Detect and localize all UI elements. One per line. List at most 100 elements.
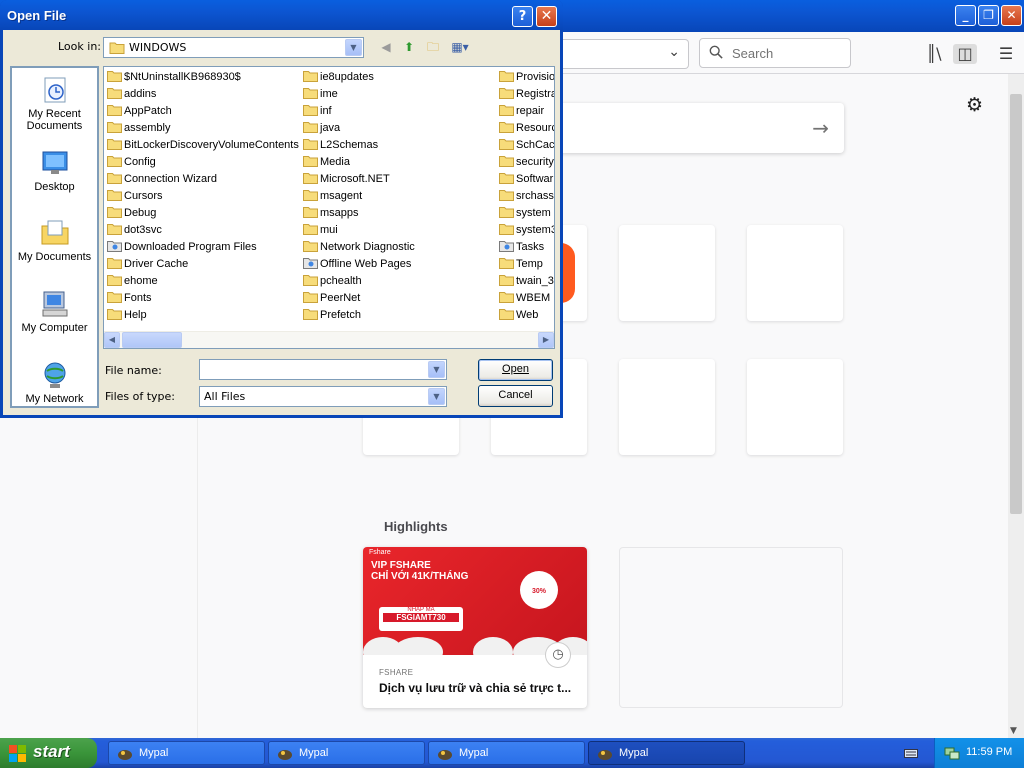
start-button[interactable]: start — [0, 738, 97, 768]
scroll-thumb[interactable] — [1010, 94, 1022, 514]
file-list-item[interactable]: mui — [303, 223, 338, 240]
file-list-item[interactable]: Help — [107, 308, 147, 325]
search-input[interactable]: Search — [699, 38, 851, 68]
look-in-dropdown[interactable]: WINDOWS ▼ — [103, 37, 364, 58]
taskbar-item[interactable]: Mypal — [108, 741, 265, 765]
file-list-item[interactable]: ime — [303, 87, 338, 104]
place-desktop[interactable]: Desktop — [12, 147, 97, 193]
place-my-computer[interactable]: My Computer — [12, 288, 97, 334]
file-list-item[interactable]: java — [303, 121, 340, 138]
vertical-scrollbar[interactable]: ▼ — [1008, 74, 1024, 738]
gear-icon[interactable]: ⚙ — [966, 94, 983, 116]
arrow-right-icon[interactable]: → — [812, 116, 829, 140]
file-list-item[interactable]: Cursors — [107, 189, 163, 206]
top-site-tile[interactable] — [747, 225, 843, 321]
file-list-item[interactable]: Prefetch — [303, 308, 361, 325]
file-list-item[interactable]: system3 — [499, 223, 554, 240]
new-folder-icon[interactable]: 🗀 — [424, 39, 442, 57]
file-list-item[interactable]: Network Diagnostic — [303, 240, 415, 257]
file-list-item[interactable]: srchass — [499, 189, 554, 206]
file-list-item[interactable]: SchCacl — [499, 138, 554, 155]
file-list-item[interactable]: msapps — [303, 206, 359, 223]
file-list-item[interactable]: Softwar — [499, 172, 553, 189]
file-list-item[interactable]: repair — [499, 104, 544, 121]
file-list-item[interactable]: Downloaded Program Files — [107, 240, 257, 257]
network-icon[interactable] — [944, 745, 960, 761]
chevron-down-icon[interactable]: ⌄ — [668, 44, 680, 60]
top-site-tile[interactable] — [747, 359, 843, 455]
place-my-network[interactable]: My Network — [12, 359, 97, 405]
highlight-card[interactable]: Fshare VIP FSHARE CHỈ VỚI 41K/THÁNG NHẬP… — [363, 547, 587, 708]
library-icon[interactable]: ║\ — [922, 44, 946, 64]
file-list-item[interactable]: dot3svc — [107, 223, 162, 240]
file-list-item[interactable]: ehome — [107, 274, 158, 291]
chevron-down-icon[interactable]: ▼ — [428, 361, 445, 378]
file-name-text: dot3svc — [124, 224, 162, 236]
file-list-item[interactable]: msagent — [303, 189, 362, 206]
file-list-item[interactable]: Resourc — [499, 121, 554, 138]
keyboard-icon[interactable] — [904, 747, 918, 759]
file-list-item[interactable]: addins — [107, 87, 156, 104]
cancel-button[interactable]: Cancel — [478, 385, 553, 407]
file-list-item[interactable]: ie8updates — [303, 70, 374, 87]
up-folder-icon[interactable]: ⬆ — [400, 39, 418, 57]
file-list-item[interactable]: L2Schemas — [303, 138, 378, 155]
file-list-item[interactable]: Temp — [499, 257, 543, 274]
file-list-item[interactable]: BitLockerDiscoveryVolumeContents — [107, 138, 299, 155]
file-list-item[interactable]: Fonts — [107, 291, 152, 308]
scroll-left-icon[interactable]: ◀ — [104, 332, 120, 348]
file-list-item[interactable]: Debug — [107, 206, 156, 223]
file-list-item[interactable]: $NtUninstallKB968930$ — [107, 70, 241, 87]
file-list-item[interactable]: WBEM — [499, 291, 550, 308]
place-my-recent-documents[interactable]: My Recent Documents — [12, 74, 97, 132]
scroll-right-icon[interactable]: ▶ — [538, 332, 554, 348]
dialog-close-button[interactable]: ✕ — [536, 6, 557, 27]
sidebar-icon[interactable]: ◫ — [953, 44, 977, 64]
file-list[interactable]: Web WBEM twain_3 Temp Tasks system3 system srch… — [103, 66, 555, 349]
folder-icon — [303, 190, 318, 201]
back-icon[interactable]: ◀ — [377, 39, 395, 57]
help-button[interactable]: ? — [512, 6, 533, 27]
close-button[interactable]: ✕ — [1001, 5, 1022, 26]
file-type-select[interactable]: All Files ▼ — [199, 386, 447, 407]
place-my-documents[interactable]: My Documents — [12, 217, 97, 263]
file-list-item[interactable]: Offline Web Pages — [303, 257, 411, 274]
discount-badge: 30% — [520, 571, 558, 609]
file-list-item[interactable]: Tasks — [499, 240, 544, 257]
minimize-button[interactable]: _ — [955, 5, 976, 26]
scroll-thumb[interactable] — [122, 332, 182, 348]
file-list-item[interactable]: pchealth — [303, 274, 362, 291]
top-site-tile[interactable] — [619, 359, 715, 455]
file-list-item[interactable]: assembly — [107, 121, 170, 138]
file-list-item[interactable]: AppPatch — [107, 104, 172, 121]
file-list-item[interactable]: Media — [303, 155, 350, 172]
menu-icon[interactable]: ☰ — [994, 44, 1018, 64]
file-list-item[interactable]: Microsoft.NET — [303, 172, 390, 189]
file-list-item[interactable]: Web — [499, 308, 538, 325]
taskbar-item-label: Mypal — [299, 747, 329, 759]
view-menu-icon[interactable]: ▦▾ — [448, 39, 472, 57]
file-list-item[interactable]: Connection Wizard — [107, 172, 217, 189]
horizontal-scrollbar[interactable]: ◀ ▶ — [104, 331, 554, 348]
scroll-down-icon[interactable]: ▼ — [1010, 726, 1017, 736]
file-list-item[interactable]: Provisio — [499, 70, 554, 87]
chevron-down-icon[interactable]: ▼ — [345, 39, 362, 56]
open-button[interactable]: Open — [478, 359, 553, 381]
file-list-item[interactable]: system — [499, 206, 551, 223]
taskbar-item[interactable]: Mypal — [268, 741, 425, 765]
top-site-tile[interactable] — [619, 225, 715, 321]
file-list-item[interactable]: Driver Cache — [107, 257, 188, 274]
file-list-item[interactable]: security — [499, 155, 554, 172]
file-list-item[interactable]: Registra — [499, 87, 554, 104]
file-list-item[interactable]: inf — [303, 104, 332, 121]
file-list-item[interactable]: PeerNet — [303, 291, 360, 308]
file-list-item[interactable]: Config — [107, 155, 156, 172]
file-list-item[interactable]: twain_3 — [499, 274, 554, 291]
newtab-search-box[interactable]: → — [560, 103, 844, 153]
taskbar-item-active[interactable]: Mypal — [588, 741, 745, 765]
restore-button[interactable]: ❐ — [978, 5, 999, 26]
chevron-down-icon[interactable]: ▼ — [428, 388, 445, 405]
taskbar-item[interactable]: Mypal — [428, 741, 585, 765]
file-name-field[interactable]: ▼ — [199, 359, 447, 380]
url-bar[interactable]: ⌄ — [556, 39, 689, 69]
